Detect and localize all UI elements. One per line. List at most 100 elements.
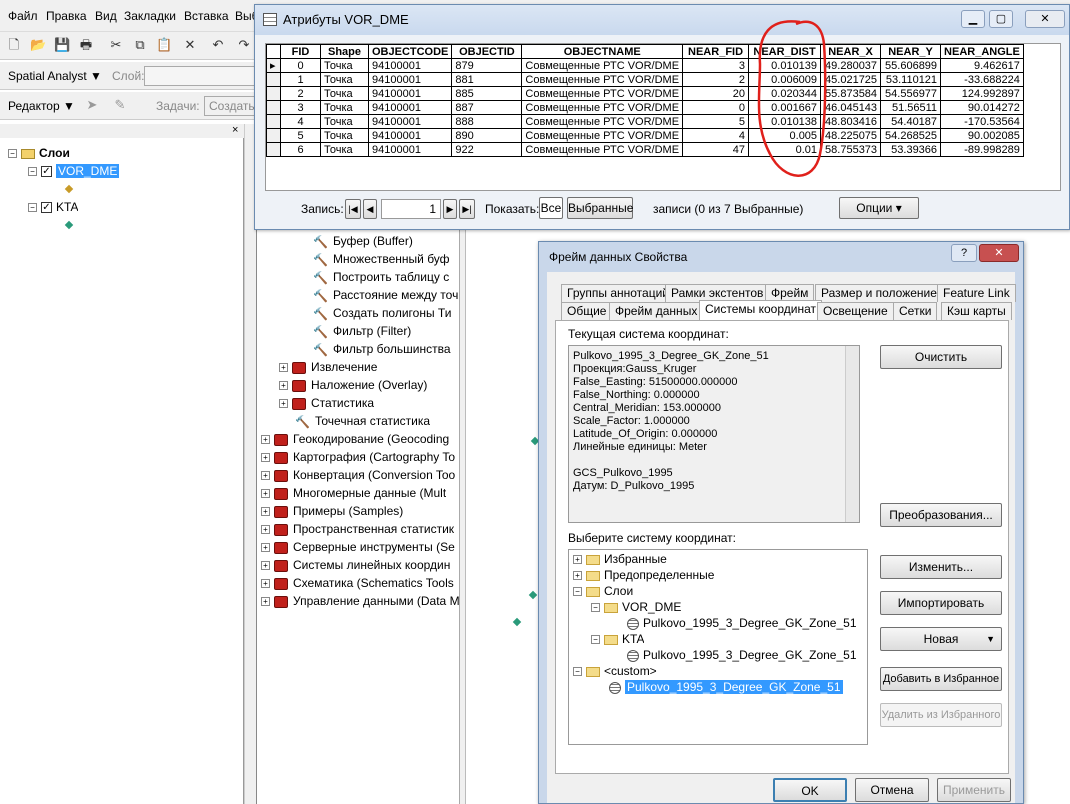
toolbox-item[interactable]: 🔨 Множественный буф — [313, 250, 450, 268]
table-row[interactable]: 4 Точка 94100001 888 Совмещенные РТС VOR/DME… — [266, 114, 1024, 129]
new-dropdown-button[interactable]: Новая ▼ — [880, 627, 1002, 651]
table-cell[interactable]: 94100001 — [367, 72, 453, 87]
table-cell[interactable]: 3 — [682, 58, 750, 73]
tab-coordinate-system[interactable]: Системы координат — [699, 300, 822, 320]
table-cell[interactable]: 94100001 — [367, 86, 453, 101]
editor-dropdown[interactable]: Редактор ▼ — [8, 99, 75, 113]
row-selector[interactable] — [266, 72, 281, 87]
attributes-titlebar[interactable]: Атрибуты VOR_DME — [255, 5, 1069, 35]
table-cell[interactable]: 1 — [280, 72, 321, 87]
row-selector[interactable] — [266, 114, 281, 129]
edit-pointer-icon[interactable]: ➤ — [84, 97, 100, 113]
table-cell[interactable]: 54.556977 — [880, 86, 942, 101]
table-cell[interactable]: 881 — [451, 72, 523, 87]
toolbox-item[interactable]: + Наложение (Overlay) — [279, 376, 427, 394]
table-cell[interactable]: 2 — [682, 72, 750, 87]
table-row[interactable]: 5 Точка 94100001 890 Совмещенные РТС VOR/DME… — [266, 128, 1024, 143]
expand-icon[interactable]: + — [261, 435, 270, 445]
toolbox-item[interactable]: 🔨 Фильтр большинства — [313, 340, 451, 358]
table-cell[interactable]: 9.462617 — [940, 58, 1024, 73]
maximize-icon[interactable]: ▢ — [989, 10, 1013, 28]
close-icon[interactable]: ✕ — [1025, 10, 1065, 28]
delete-icon[interactable]: ✕ — [182, 37, 198, 53]
table-row[interactable]: 1 Точка 94100001 881 Совмещенные РТС VOR/DME… — [266, 72, 1024, 87]
table-row[interactable]: 6 Точка 94100001 922 Совмещенные РТС VOR/DME… — [266, 142, 1024, 157]
menu-edit[interactable]: Правка — [46, 9, 87, 23]
minimize-icon[interactable]: ▁ — [961, 10, 985, 28]
expand-icon[interactable]: + — [261, 489, 270, 499]
column-header[interactable]: Shape — [320, 44, 369, 59]
table-cell[interactable]: Точка — [320, 128, 369, 143]
options-button[interactable]: Опции ▾ — [839, 197, 919, 219]
collapse-icon[interactable]: − — [28, 203, 37, 213]
column-header[interactable]: FID — [280, 44, 321, 59]
table-cell[interactable]: Совмещенные РТС VOR/DME — [521, 142, 684, 157]
toolbox-item[interactable]: + Извлечение — [279, 358, 377, 376]
paste-icon[interactable]: 📋 — [156, 37, 172, 53]
show-selected-button[interactable]: Выбранные — [567, 197, 633, 219]
redo-icon[interactable]: ↷ — [236, 37, 252, 53]
table-cell[interactable]: 54.40187 — [880, 114, 942, 129]
toolbox-item[interactable]: 🔨 Фильтр (Filter) — [313, 322, 411, 340]
table-cell[interactable]: Точка — [320, 142, 369, 157]
table-cell[interactable]: 53.110121 — [880, 72, 942, 87]
table-row[interactable]: 2 Точка 94100001 885 Совмещенные РТС VOR/DME… — [266, 86, 1024, 101]
table-cell[interactable]: Совмещенные РТС VOR/DME — [521, 100, 684, 115]
toolbox-item[interactable]: + Примеры (Samples) — [261, 502, 403, 520]
cancel-button[interactable]: Отмена — [855, 778, 929, 802]
table-cell[interactable]: 6 — [280, 142, 321, 157]
expand-icon[interactable]: + — [261, 471, 270, 481]
table-cell[interactable]: 20 — [682, 86, 750, 101]
expand-icon[interactable]: + — [261, 507, 270, 517]
table-cell[interactable]: Совмещенные РТС VOR/DME — [521, 58, 684, 73]
expand-icon[interactable]: + — [279, 399, 288, 409]
toolbox-item[interactable]: + Пространственная статистик — [261, 520, 454, 538]
close-icon[interactable]: ✕ — [979, 244, 1019, 262]
table-cell[interactable]: 5 — [280, 128, 321, 143]
cs-details-scrollbar[interactable] — [845, 346, 859, 522]
add-favorite-button[interactable]: Добавить в Избранное — [880, 667, 1002, 691]
table-cell[interactable]: 4 — [682, 128, 750, 143]
remove-favorite-button[interactable]: Удалить из Избранного — [880, 703, 1002, 727]
cut-icon[interactable]: ✂ — [108, 37, 124, 53]
tab-map-cache[interactable]: Кэш карты — [941, 302, 1012, 320]
table-cell[interactable]: 879 — [451, 58, 523, 73]
column-header[interactable]: NEAR_ANGLE — [940, 44, 1024, 59]
checkbox-checked-icon[interactable]: ✓ — [41, 202, 52, 214]
table-cell[interactable]: Совмещенные РТС VOR/DME — [521, 128, 684, 143]
toolbox-item[interactable]: + Конвертация (Conversion Too — [261, 466, 455, 484]
tab-illumination[interactable]: Освещение — [817, 302, 894, 320]
tree-kta-cs[interactable]: Pulkovo_1995_3_Degree_GK_Zone_51 — [627, 646, 857, 664]
open-icon[interactable]: 📂 — [30, 37, 46, 53]
toolbox-item[interactable]: 🔨 Создать полигоны Ти — [313, 304, 451, 322]
close-icon[interactable]: × — [232, 124, 238, 136]
expand-icon[interactable]: + — [279, 381, 288, 391]
expand-icon[interactable]: + — [261, 561, 270, 571]
row-selector[interactable] — [266, 100, 281, 115]
expand-icon[interactable]: + — [261, 543, 270, 553]
modify-button[interactable]: Изменить... — [880, 555, 1002, 579]
table-cell[interactable]: 2 — [280, 86, 321, 101]
import-button[interactable]: Импортировать — [880, 591, 1002, 615]
map-point[interactable] — [528, 590, 538, 600]
table-cell[interactable]: 885 — [451, 86, 523, 101]
toc-layer-kta[interactable]: − ✓ KTA — [28, 198, 78, 216]
expand-icon[interactable]: + — [261, 597, 270, 607]
toc-root[interactable]: − Слои — [8, 144, 70, 162]
table-cell[interactable]: 55.606899 — [880, 58, 942, 73]
row-selector[interactable] — [266, 86, 281, 101]
toolbox-item[interactable]: 🔨 Расстояние между точ — [313, 286, 458, 304]
table-cell[interactable]: 3 — [280, 100, 321, 115]
column-header[interactable]: OBJECTCODE — [367, 44, 453, 59]
table-cell[interactable]: Совмещенные РТС VOR/DME — [521, 114, 684, 129]
table-cell[interactable]: 890 — [451, 128, 523, 143]
row-selector[interactable] — [266, 128, 281, 143]
table-cell[interactable]: Точка — [320, 58, 369, 73]
apply-button[interactable]: Применить — [937, 778, 1011, 802]
toolbox-item[interactable]: + Системы линейных координ — [261, 556, 450, 574]
toc-layer-vor[interactable]: − ✓ VOR_DME — [28, 162, 120, 180]
table-cell[interactable]: 4 — [280, 114, 321, 129]
table-cell[interactable]: 54.268525 — [880, 128, 942, 143]
tab-feature-link[interactable]: Feature Link — [937, 284, 1016, 302]
sketch-pencil-icon[interactable]: ✎ — [112, 97, 128, 113]
